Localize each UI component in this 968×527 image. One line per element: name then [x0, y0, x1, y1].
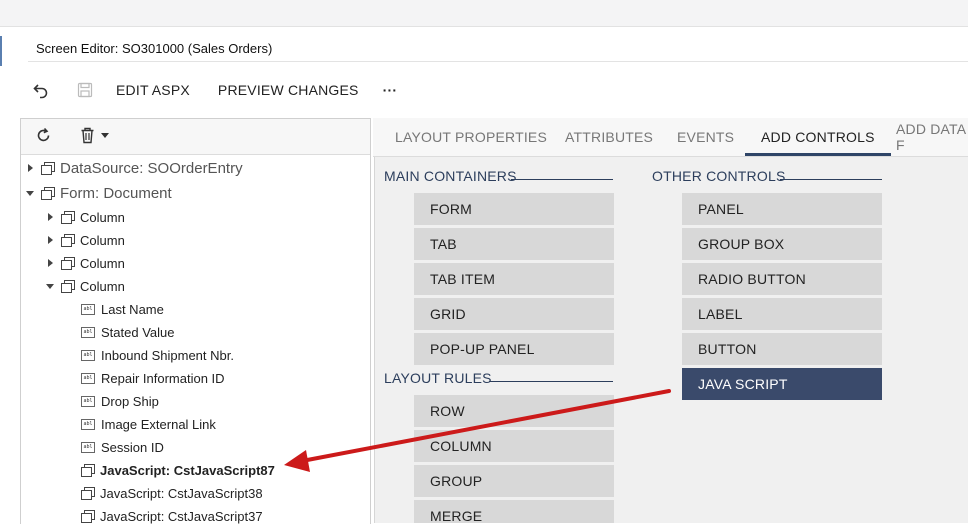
control-button-button[interactable]: BUTTON — [682, 333, 882, 365]
control-popup-panel-button[interactable]: POP-UP PANEL — [414, 333, 614, 365]
text-field-icon: abl — [81, 349, 95, 361]
edit-aspx-button[interactable]: EDIT ASPX — [116, 82, 190, 98]
control-form-button[interactable]: FORM — [414, 193, 614, 225]
tree-node-column[interactable]: Column — [45, 206, 125, 228]
trash-icon[interactable] — [80, 127, 95, 149]
top-band — [0, 0, 968, 27]
tab-events[interactable]: EVENTS — [677, 118, 734, 156]
container-icon — [81, 510, 95, 523]
section-divider — [780, 179, 882, 180]
more-menu-button[interactable]: ··· — [383, 82, 398, 98]
tree-node-field[interactable]: abl Inbound Shipment Nbr. — [81, 344, 234, 366]
tree-node-field[interactable]: abl Stated Value — [81, 321, 174, 343]
refresh-icon[interactable] — [35, 127, 52, 149]
tab-attributes[interactable]: ATTRIBUTES — [565, 118, 653, 156]
container-icon — [61, 280, 75, 293]
container-icon — [81, 487, 95, 500]
tree-node-column[interactable]: Column — [45, 252, 125, 274]
control-tab-button[interactable]: TAB — [414, 228, 614, 260]
section-main-containers: MAIN CONTAINERS — [384, 168, 517, 184]
tree-node-field[interactable]: abl Last Name — [81, 298, 164, 320]
tree-node-javascript[interactable]: JavaScript: CstJavaScript38 — [81, 482, 263, 504]
tab-add-controls-label: ADD CONTROLS — [761, 129, 875, 145]
text-field-icon: abl — [81, 395, 95, 407]
control-group-box-button[interactable]: GROUP BOX — [682, 228, 882, 260]
section-divider — [511, 179, 613, 180]
container-icon — [81, 464, 95, 477]
tree-toolbar — [21, 119, 370, 155]
tree-node-column[interactable]: Column — [45, 275, 125, 297]
control-merge-button[interactable]: MERGE — [414, 500, 614, 524]
text-field-icon: abl — [81, 441, 95, 453]
properties-tab-bar: LAYOUT PROPERTIES ATTRIBUTES EVENTS ADD … — [373, 118, 968, 157]
control-row-button[interactable]: ROW — [414, 395, 614, 427]
control-group-button[interactable]: GROUP — [414, 465, 614, 497]
control-tree-panel: DataSource: SOOrderEntry Form: Document … — [20, 118, 371, 524]
tree-node-field[interactable]: abl Image External Link — [81, 413, 216, 435]
title-divider — [28, 61, 968, 62]
expand-arrow-icon[interactable] — [45, 236, 55, 244]
tree-node-datasource[interactable]: DataSource: SOOrderEntry — [25, 157, 243, 179]
preview-changes-button[interactable]: PREVIEW CHANGES — [218, 82, 359, 98]
collapse-arrow-icon[interactable] — [25, 191, 35, 196]
container-icon — [61, 211, 75, 224]
tree-node-column[interactable]: Column — [45, 229, 125, 251]
text-field-icon: abl — [81, 303, 95, 315]
section-other-controls: OTHER CONTROLS — [652, 168, 786, 184]
collapse-arrow-icon[interactable] — [45, 284, 55, 289]
control-label-button[interactable]: LABEL — [682, 298, 882, 330]
control-panel-button[interactable]: PANEL — [682, 193, 882, 225]
container-icon — [61, 257, 75, 270]
undo-icon[interactable] — [30, 79, 52, 101]
tree-node-field[interactable]: abl Drop Ship — [81, 390, 159, 412]
tab-add-data-fields[interactable]: ADD DATA F — [896, 118, 968, 156]
control-java-script-button[interactable]: JAVA SCRIPT — [682, 368, 882, 400]
tree-node-form[interactable]: Form: Document — [25, 182, 172, 204]
text-field-icon: abl — [81, 372, 95, 384]
main-toolbar: EDIT ASPX PREVIEW CHANGES ··· — [30, 78, 397, 102]
tab-layout-properties[interactable]: LAYOUT PROPERTIES — [395, 118, 547, 156]
window-edge — [0, 36, 8, 66]
container-icon — [41, 162, 55, 175]
section-divider — [489, 381, 613, 382]
expand-arrow-icon[interactable] — [25, 164, 35, 172]
section-layout-rules: LAYOUT RULES — [384, 370, 492, 386]
caret-down-icon[interactable] — [101, 133, 109, 138]
save-icon[interactable] — [74, 79, 96, 101]
tree-node-field[interactable]: abl Repair Information ID — [81, 367, 225, 389]
container-icon — [41, 187, 55, 200]
page-title: Screen Editor: SO301000 (Sales Orders) — [36, 41, 273, 56]
container-icon — [61, 234, 75, 247]
control-column-button[interactable]: COLUMN — [414, 430, 614, 462]
expand-arrow-icon[interactable] — [45, 259, 55, 267]
control-tab-item-button[interactable]: TAB ITEM — [414, 263, 614, 295]
control-grid-button[interactable]: GRID — [414, 298, 614, 330]
tree-node-field[interactable]: abl Session ID — [81, 436, 164, 458]
tab-add-controls[interactable]: ADD CONTROLS — [745, 118, 891, 156]
expand-arrow-icon[interactable] — [45, 213, 55, 221]
tree-node-javascript-selected[interactable]: JavaScript: CstJavaScript87 — [81, 459, 275, 481]
control-radio-button-button[interactable]: RADIO BUTTON — [682, 263, 882, 295]
text-field-icon: abl — [81, 326, 95, 338]
text-field-icon: abl — [81, 418, 95, 430]
tree-node-javascript[interactable]: JavaScript: CstJavaScript37 — [81, 505, 263, 527]
